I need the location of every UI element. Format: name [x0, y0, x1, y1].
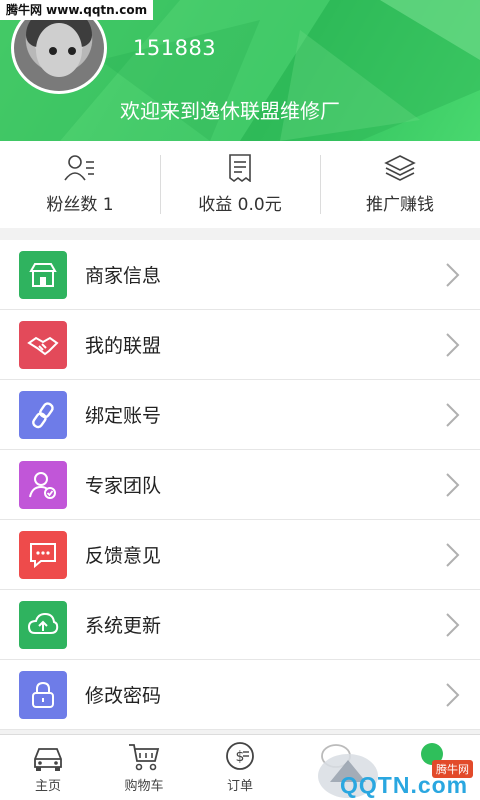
lock-icon: [19, 670, 67, 719]
menu-item-system-update[interactable]: 系统更新: [0, 590, 480, 660]
menu-item-expert-team[interactable]: 专家团队: [0, 450, 480, 520]
chevron-right-icon: [446, 403, 460, 427]
avatar-eye: [68, 47, 76, 55]
chevron-right-icon: [446, 543, 460, 567]
nav-orders-label: 订单: [226, 779, 253, 794]
order-icon: $: [226, 742, 254, 770]
chevron-right-icon: [446, 473, 460, 497]
chevron-right-icon: [446, 683, 460, 707]
user-phone: 151883: [133, 36, 217, 60]
nav-home[interactable]: 主页: [0, 735, 96, 800]
nav-cart-label: 购物车: [124, 779, 164, 794]
watermark-badge: 腾牛网: [432, 760, 473, 778]
menu-item-bind-account[interactable]: 绑定账号: [0, 380, 480, 450]
menu-item-my-alliance[interactable]: 我的联盟: [0, 310, 480, 380]
stat-followers[interactable]: 粉丝数 1: [0, 141, 160, 228]
stats-bar: 粉丝数 1 收益 0.0元 推广赚钱: [0, 141, 480, 228]
cloud-upload-icon: [19, 600, 67, 649]
layers-icon: [384, 155, 416, 181]
menu-item-label: 反馈意见: [85, 545, 162, 567]
receipt-icon: [229, 154, 251, 182]
stat-followers-label: 粉丝数 1: [46, 195, 114, 215]
person-list-icon: [64, 155, 94, 181]
menu-item-label: 商家信息: [85, 265, 162, 287]
stat-earnings[interactable]: 收益 0.0元: [160, 141, 320, 228]
welcome-text: 欢迎来到逸休联盟维修厂: [120, 99, 340, 123]
nav-cart[interactable]: 购物车: [96, 735, 192, 800]
link-icon: [19, 390, 67, 439]
stat-earnings-label: 收益 0.0元: [198, 195, 282, 215]
expert-user-icon: [19, 460, 67, 509]
car-icon: [34, 748, 62, 771]
chevron-right-icon: [446, 263, 460, 287]
watermark-label: 腾牛网 www.qqtn.com: [0, 0, 154, 20]
menu-item-store-info[interactable]: 商家信息: [0, 240, 480, 310]
chevron-right-icon: [446, 613, 460, 637]
menu-item-label: 专家团队: [85, 475, 162, 497]
menu-item-feedback[interactable]: 反馈意见: [0, 520, 480, 590]
menu-item-change-password[interactable]: 修改密码: [0, 660, 480, 730]
cart-icon: [129, 744, 160, 771]
chevron-right-icon: [446, 333, 460, 357]
menu-list: 商家信息 我的联盟 绑定账号 专家团队 反馈意见 系统更新 修改密码: [0, 240, 480, 730]
avatar-eye: [49, 47, 57, 55]
profile-header: 151883 欢迎来到逸休联盟维修厂: [0, 0, 480, 141]
store-icon: [19, 250, 67, 299]
menu-item-label: 绑定账号: [85, 405, 162, 427]
nav-orders[interactable]: $ 订单: [192, 735, 288, 800]
menu-item-label: 系统更新: [85, 615, 162, 637]
stat-promote[interactable]: 推广赚钱: [320, 141, 480, 228]
menu-item-label: 修改密码: [85, 685, 162, 707]
handshake-icon: [19, 320, 67, 369]
chat-feedback-icon: [19, 530, 67, 579]
menu-item-label: 我的联盟: [85, 335, 162, 357]
stat-promote-label: 推广赚钱: [366, 195, 434, 215]
nav-home-label: 主页: [34, 779, 61, 794]
